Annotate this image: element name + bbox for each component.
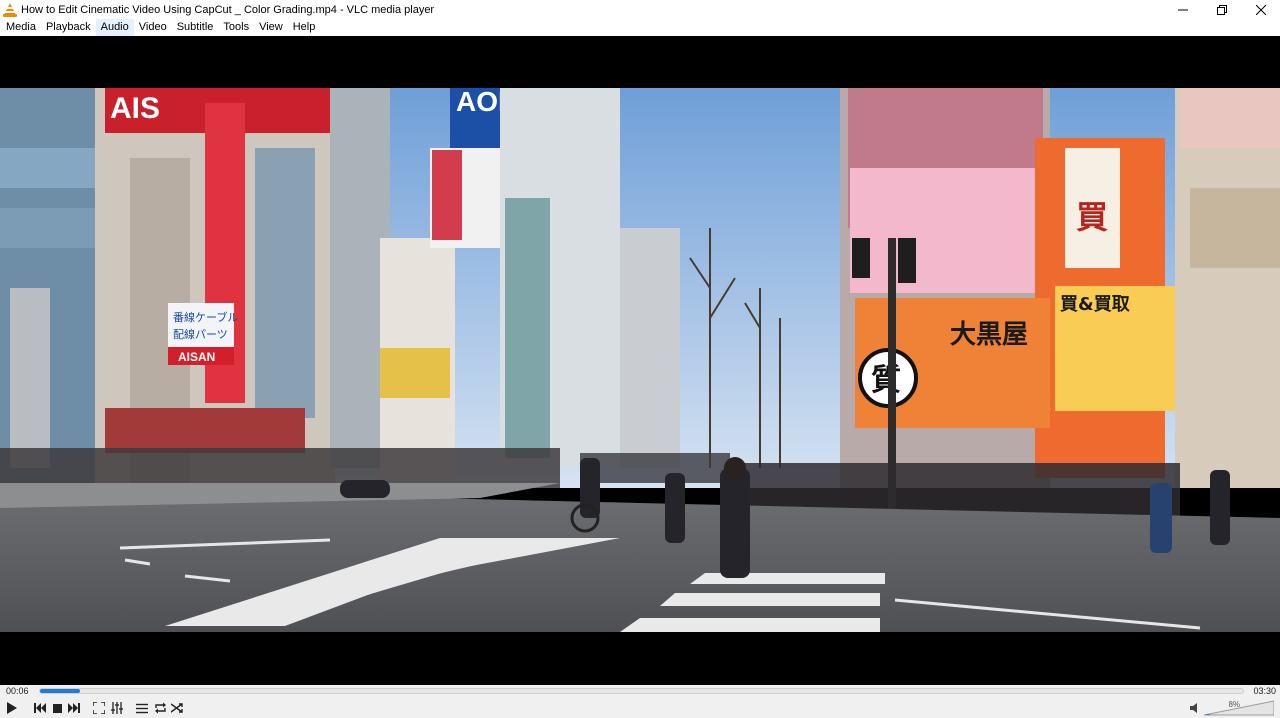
sign-circle: 質 [871, 363, 901, 398]
sign-kaitori: 買&買取 [1060, 294, 1131, 315]
stop-button[interactable] [48, 699, 66, 717]
sign-top-left: AIS [110, 92, 160, 125]
skip-previous-icon [34, 703, 46, 713]
elapsed-time[interactable]: 00:06 [6, 685, 29, 697]
window-title: How to Edit Cinematic Video Using CapCut… [21, 3, 435, 16]
extended-settings-button[interactable] [108, 699, 126, 717]
play-button[interactable] [3, 699, 21, 717]
shuffle-icon [170, 703, 183, 713]
menu-video[interactable]: Video [134, 19, 172, 36]
minimize-button[interactable] [1163, 0, 1202, 19]
playback-controls: 8% [0, 698, 1280, 718]
seek-slider[interactable] [39, 688, 1244, 694]
menu-help[interactable]: Help [288, 19, 321, 36]
previous-button[interactable] [31, 699, 49, 717]
maximize-button[interactable] [1202, 0, 1241, 19]
shuffle-button[interactable] [168, 699, 186, 717]
seek-progress [40, 689, 80, 693]
sign-cable: 番線ケーブル [173, 310, 238, 324]
speaker-icon[interactable] [1190, 703, 1200, 713]
video-frame: AIS 番線ケーブル 配線パーツ AISAN AOKI 買 大黒屋 質 買&買取 [0, 88, 1280, 632]
sign-parts: 配線パーツ [173, 327, 228, 341]
next-button[interactable] [65, 699, 83, 717]
maximize-icon [1216, 4, 1227, 15]
loop-button[interactable] [151, 699, 169, 717]
skip-next-icon [68, 703, 80, 713]
close-button[interactable] [1241, 0, 1280, 19]
stop-icon [52, 703, 62, 713]
volume-control[interactable]: 8% [1190, 700, 1275, 716]
menu-media[interactable]: Media [1, 19, 41, 36]
sign-aisan: AISAN [178, 350, 215, 364]
menu-audio[interactable]: Audio [95, 19, 134, 36]
play-icon [7, 702, 17, 714]
minimize-icon [1177, 9, 1188, 10]
title-bar: How to Edit Cinematic Video Using CapCut… [0, 0, 1280, 19]
close-icon [1255, 4, 1266, 15]
menu-tools[interactable]: Tools [218, 19, 254, 36]
menu-subtitle[interactable]: Subtitle [172, 19, 219, 36]
loop-icon [154, 702, 166, 714]
menu-playback[interactable]: Playback [41, 19, 96, 36]
sign-daikokuya: 大黒屋 [950, 320, 1028, 350]
playlist-icon [136, 703, 148, 713]
sign-vertical: 買 [1076, 198, 1108, 236]
fullscreen-icon [93, 702, 105, 714]
video-output[interactable]: AIS 番線ケーブル 配線パーツ AISAN AOKI 買 大黒屋 質 買&買取 [0, 36, 1280, 685]
playlist-button[interactable] [133, 699, 151, 717]
menu-bar: Media Playback Audio Video Subtitle Tool… [0, 19, 1280, 36]
seek-row: 00:06 03:30 [0, 685, 1280, 697]
menu-view[interactable]: View [254, 19, 288, 36]
equalizer-sliders-icon [111, 702, 123, 714]
street-scene-image: AIS 番線ケーブル 配線パーツ AISAN AOKI 買 大黒屋 質 買&買取 [0, 88, 1280, 632]
window-controls [1163, 0, 1280, 19]
total-time[interactable]: 03:30 [1253, 685, 1276, 697]
fullscreen-button[interactable] [90, 699, 108, 717]
volume-percent: 8% [1228, 700, 1240, 709]
vlc-cone-icon[interactable] [3, 2, 17, 17]
